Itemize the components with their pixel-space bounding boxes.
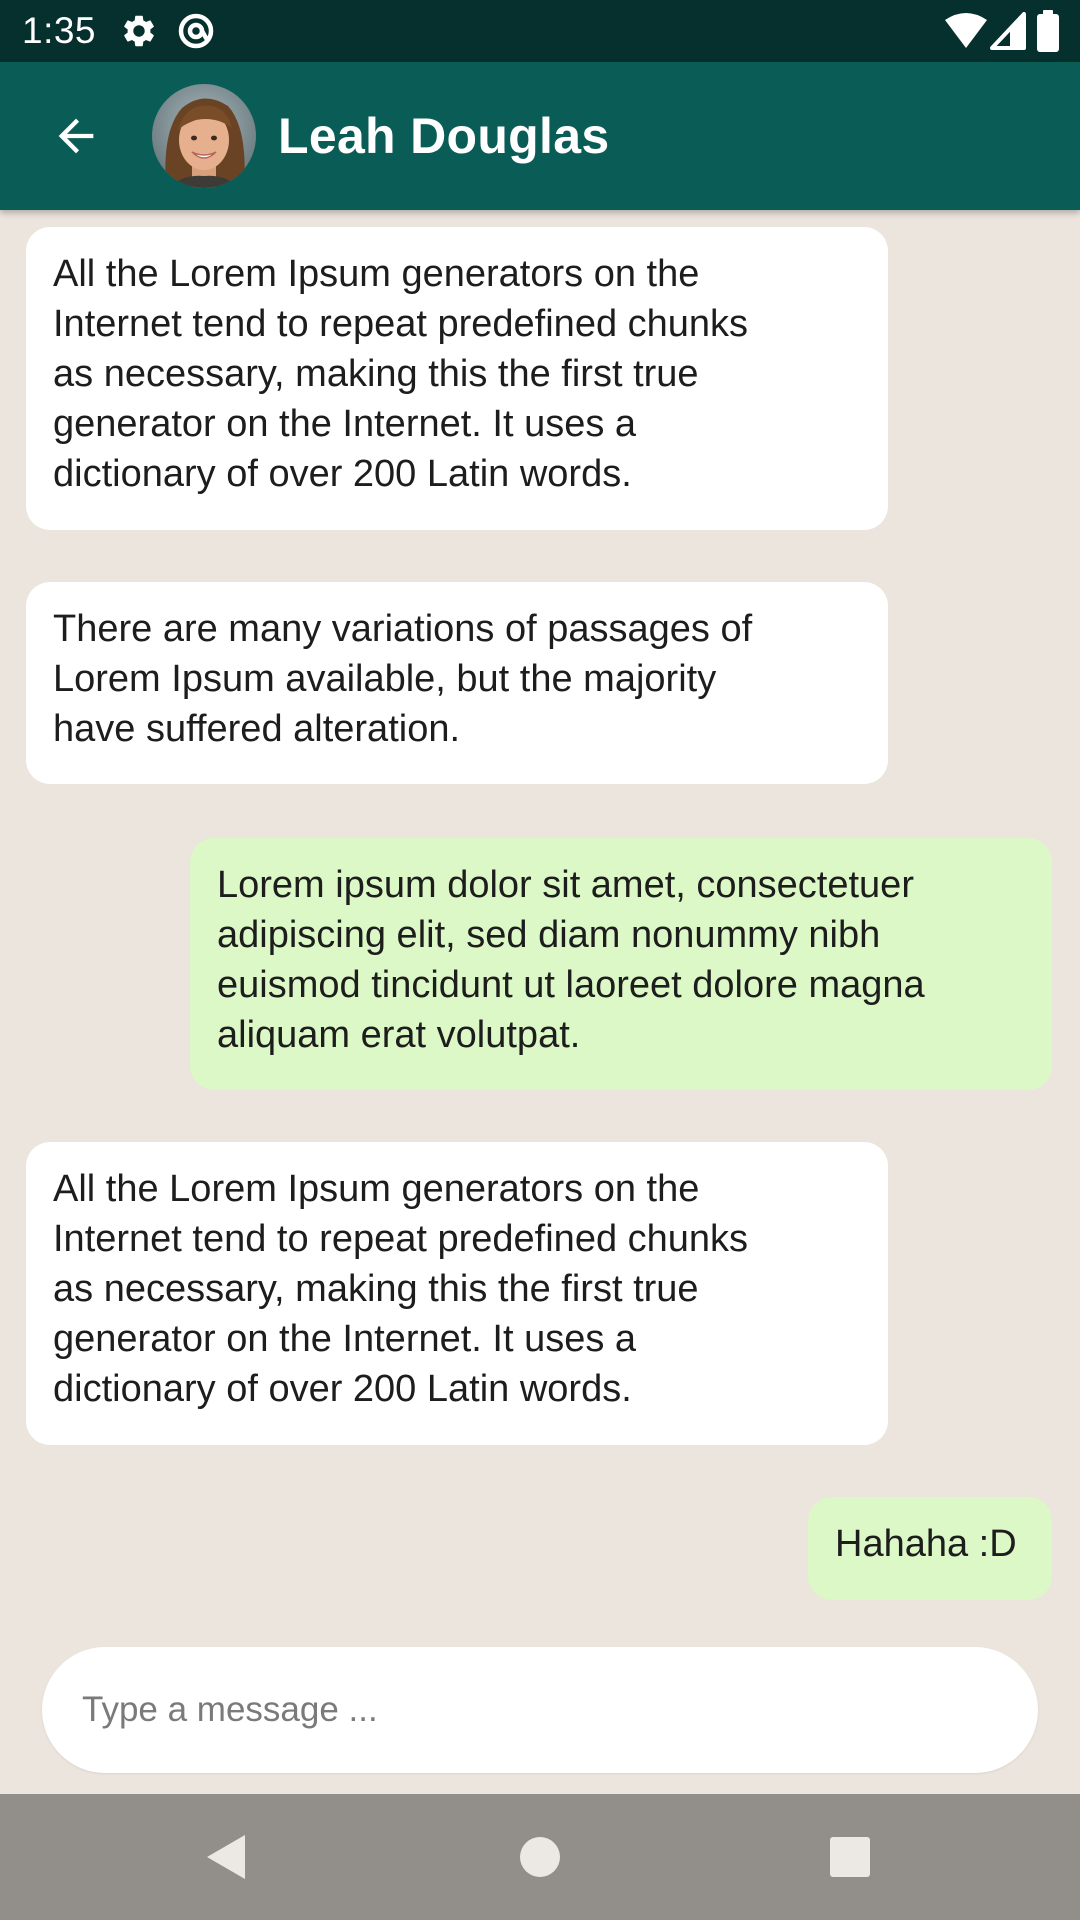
contact-name[interactable]: Leah Douglas (278, 106, 609, 166)
nav-back-icon (207, 1835, 245, 1879)
status-bar: 1:35 (0, 0, 1080, 62)
message-bubble-outgoing[interactable]: Lorem ipsum dolor sit amet, consectetuer… (190, 838, 1052, 1090)
back-button[interactable] (40, 100, 112, 172)
app-bar: Leah Douglas (0, 62, 1080, 210)
nav-back-button[interactable] (190, 1822, 260, 1892)
cell-signal-icon (990, 12, 1026, 50)
message-composer (42, 1647, 1038, 1773)
system-nav-bar (0, 1794, 1080, 1920)
message-input[interactable] (82, 1647, 982, 1773)
message-bubble-incoming[interactable]: All the Lorem Ipsum generators on the In… (26, 1142, 888, 1445)
nav-recents-button[interactable] (815, 1822, 885, 1892)
gear-icon (124, 15, 154, 47)
wifi-icon (945, 13, 987, 48)
message-bubble-outgoing[interactable]: Hahaha :D (808, 1497, 1052, 1600)
nav-recents-icon (830, 1837, 870, 1877)
avatar-photo (152, 84, 256, 188)
battery-icon (1037, 10, 1059, 52)
at-sign-icon (178, 13, 214, 49)
contact-avatar[interactable] (152, 84, 256, 188)
nav-home-icon (520, 1837, 560, 1877)
message-bubble-incoming[interactable]: All the Lorem Ipsum generators on the In… (26, 227, 888, 530)
arrow-left-icon (58, 118, 94, 154)
status-time: 1:35 (22, 10, 97, 51)
nav-home-button[interactable] (505, 1822, 575, 1892)
message-bubble-incoming[interactable]: There are many variations of passages of… (26, 582, 888, 784)
